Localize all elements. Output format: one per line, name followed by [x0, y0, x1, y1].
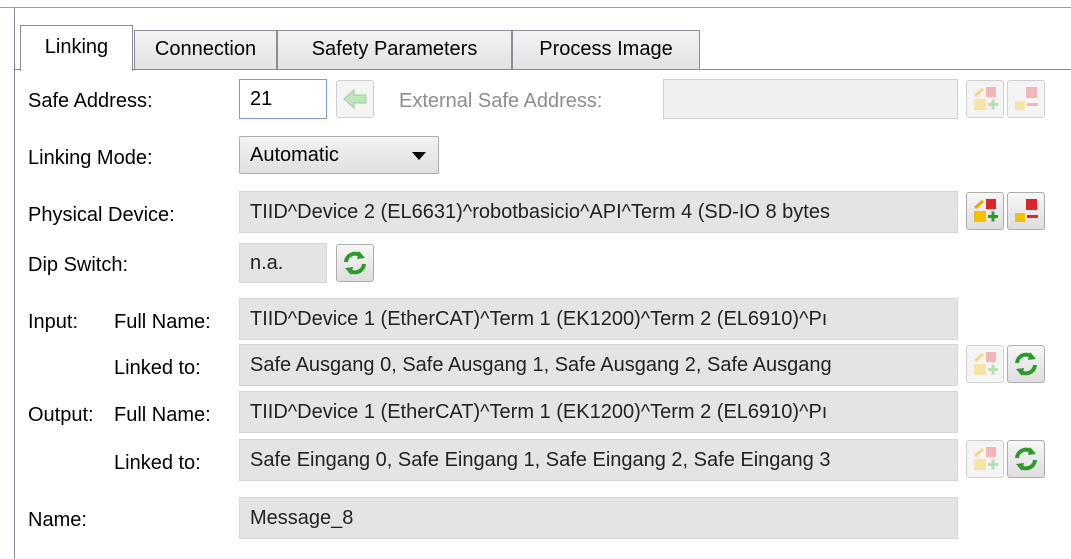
- unlink-physical-device-button[interactable]: [1007, 192, 1045, 230]
- output-linked-field: Safe Eingang 0, Safe Eingang 1, Safe Ein…: [239, 439, 958, 481]
- linking-mode-label: Linking Mode:: [28, 147, 153, 169]
- linking-mode-select[interactable]: Automatic: [239, 136, 439, 174]
- output-linked-label: Linked to:: [114, 452, 201, 474]
- link-remove-icon: [1015, 87, 1038, 110]
- link-add-icon: [974, 87, 998, 110]
- input-linked-label: Linked to:: [114, 357, 201, 379]
- external-safe-address-input[interactable]: [663, 79, 958, 119]
- input-linked-field: Safe Ausgang 0, Safe Ausgang 1, Safe Aus…: [239, 344, 958, 386]
- output-full-name-label: Full Name:: [114, 404, 211, 426]
- link-physical-device-button[interactable]: [966, 192, 1004, 230]
- tab-safety-parameters[interactable]: Safety Parameters: [277, 30, 512, 69]
- name-label: Name:: [28, 509, 87, 531]
- link-add-icon: [974, 199, 998, 222]
- input-refresh-button[interactable]: [1007, 345, 1045, 383]
- external-safe-address-label: External Safe Address:: [399, 90, 603, 112]
- refresh-dip-switch-button[interactable]: [336, 244, 374, 282]
- safe-address-label: Safe Address:: [28, 90, 153, 112]
- input-group-label: Input:: [28, 311, 79, 333]
- output-group-label: Output:: [28, 404, 94, 426]
- link-add-icon: [974, 447, 998, 470]
- physical-device-field: TIID^Device 2 (EL6631)^robotbasicio^API^…: [239, 191, 958, 233]
- link-remove-button-disabled[interactable]: [1007, 80, 1045, 118]
- output-refresh-button[interactable]: [1007, 440, 1045, 478]
- output-link-add-button[interactable]: [966, 440, 1004, 478]
- panel-left-border: [14, 7, 15, 559]
- output-full-name-field: TIID^Device 1 (EtherCAT)^Term 1 (EK1200)…: [239, 391, 958, 433]
- link-add-icon: [974, 352, 998, 375]
- chevron-down-icon: [412, 152, 426, 160]
- input-full-name-label: Full Name:: [114, 311, 211, 333]
- linking-mode-value: Automatic: [250, 144, 339, 166]
- input-full-name-field: TIID^Device 1 (EtherCAT)^Term 1 (EK1200)…: [239, 298, 958, 340]
- tab-connection[interactable]: Connection: [134, 30, 277, 69]
- tab-process-image[interactable]: Process Image: [512, 30, 700, 69]
- physical-device-label: Physical Device:: [28, 204, 175, 226]
- refresh-icon: [1015, 447, 1037, 471]
- link-remove-icon: [1015, 199, 1038, 222]
- link-add-button-disabled[interactable]: [966, 80, 1004, 118]
- dip-switch-field: n.a.: [239, 243, 327, 283]
- safe-address-input[interactable]: 21: [239, 79, 327, 119]
- input-link-add-button[interactable]: [966, 345, 1004, 383]
- name-field: Message_8: [239, 497, 958, 539]
- tabstrip-baseline: [14, 69, 1071, 70]
- refresh-icon: [1015, 352, 1037, 376]
- refresh-icon: [344, 251, 366, 275]
- tab-linking[interactable]: Linking: [20, 25, 133, 71]
- window-top-border: [0, 0, 1071, 8]
- dip-switch-label: Dip Switch:: [28, 254, 129, 276]
- arrow-left-icon: [343, 88, 367, 110]
- arrow-left-button[interactable]: [336, 80, 374, 118]
